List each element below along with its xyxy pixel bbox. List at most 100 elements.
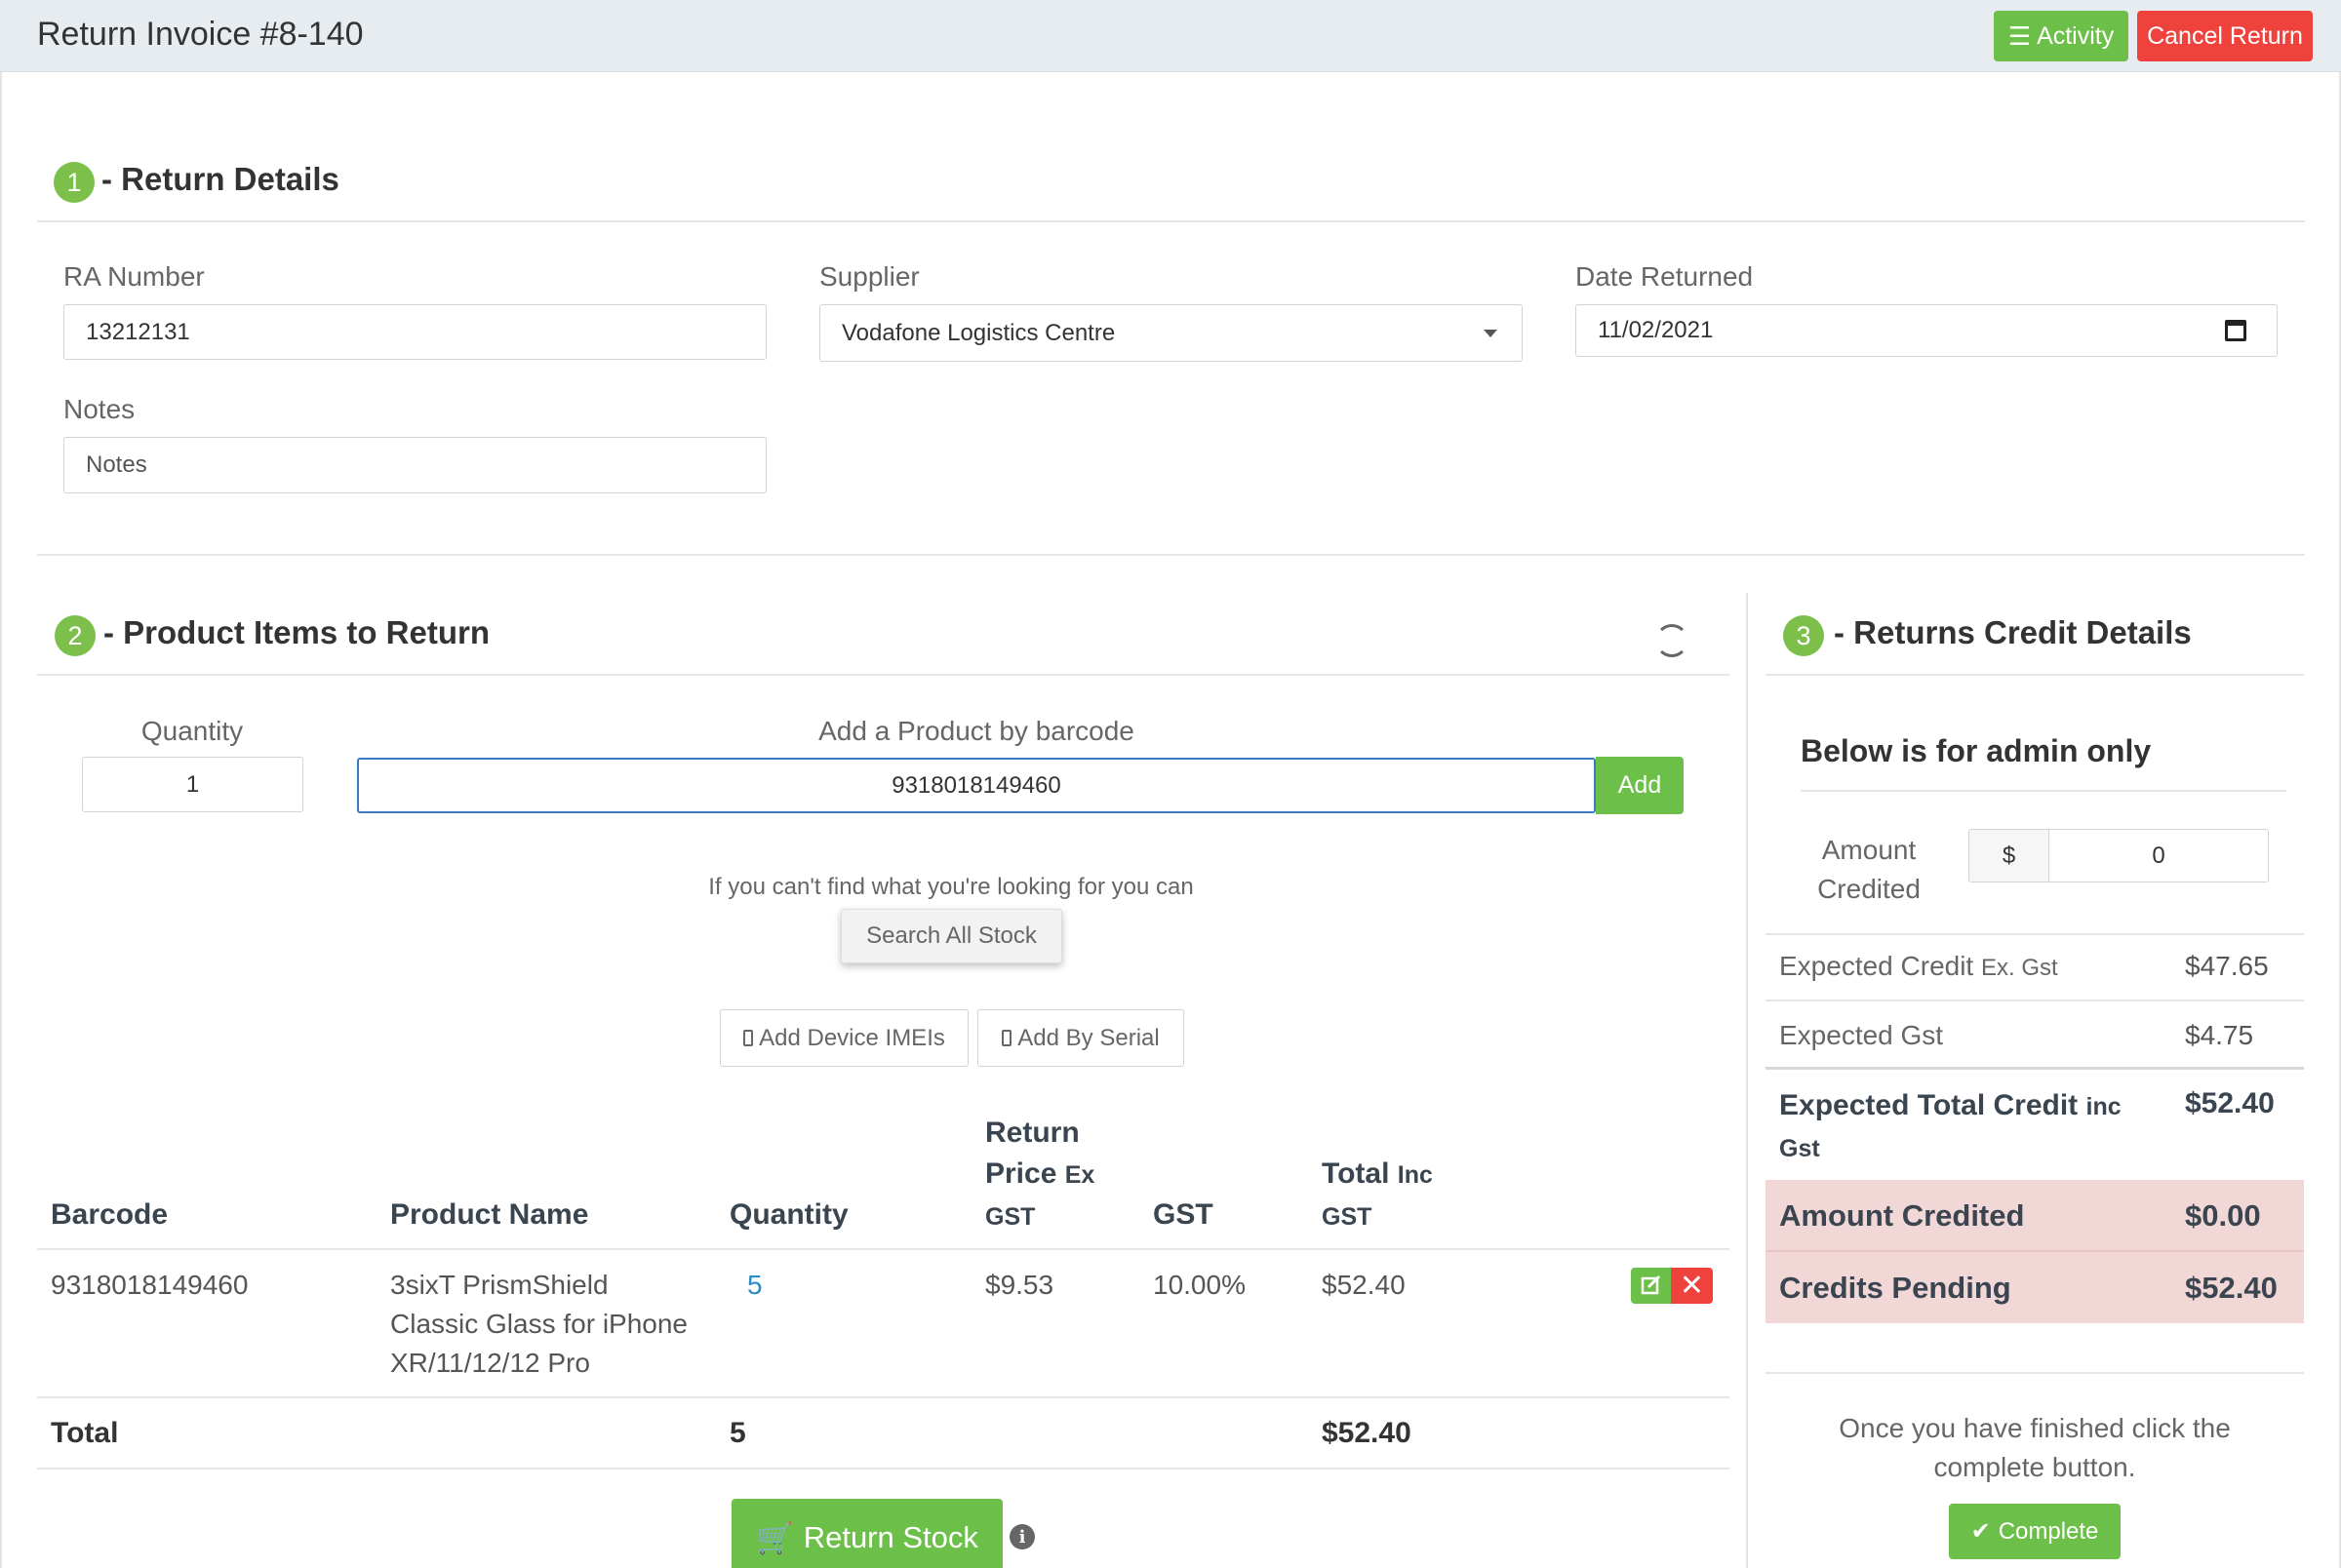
total-label: Total	[51, 1417, 119, 1449]
search-hint-text: If you can't find what you're looking fo…	[708, 874, 1194, 900]
column-header-return-price: Return Price Ex GST	[985, 1113, 1094, 1237]
complete-button[interactable]: ✔ Complete	[1949, 1504, 2121, 1559]
expected-total-credit-value: $52.40	[2185, 1087, 2275, 1119]
edit-icon[interactable]	[1631, 1268, 1671, 1304]
calendar-icon[interactable]	[2225, 320, 2246, 341]
column-header-total: Total Inc GST	[1322, 1154, 1433, 1237]
product-name-line: Classic Glass for iPhone	[390, 1309, 689, 1339]
divider	[1801, 790, 2286, 792]
label-suffix: inc	[2085, 1093, 2122, 1120]
header-word: Ex	[1064, 1161, 1095, 1189]
currency-addon: $	[1968, 829, 2049, 882]
divider	[1766, 1067, 2304, 1070]
table-footer-divider	[37, 1468, 1729, 1470]
table-row-divider	[37, 1396, 1729, 1398]
total-amount: $52.40	[1322, 1417, 1411, 1449]
notes-label: Notes	[63, 394, 136, 424]
amount-credited-input[interactable]: 0	[2048, 829, 2269, 882]
header-line: GST	[1322, 1196, 1433, 1237]
date-returned-input[interactable]: 11/02/2021	[1575, 304, 2278, 357]
refresh-icon[interactable]	[1655, 624, 1688, 657]
quantity-input[interactable]: 1	[82, 757, 303, 812]
header-line: GST	[985, 1196, 1094, 1237]
label-text: Expected Credit	[1779, 951, 1974, 981]
divider	[1766, 933, 2304, 935]
instruction-line: complete button.	[1933, 1452, 2136, 1482]
row-product-name: 3sixT PrismShield Classic Glass for iPho…	[390, 1266, 688, 1383]
date-returned-label: Date Returned	[1575, 261, 1754, 292]
expected-gst-label: Expected Gst	[1779, 1020, 1944, 1050]
return-stock-button[interactable]: 🛒 Return Stock	[732, 1499, 1003, 1568]
page-border-left	[0, 72, 2, 1568]
product-name-line: XR/11/12/12 Pro	[390, 1348, 590, 1378]
list-icon: ☰	[2007, 20, 2032, 51]
cart-icon: 🛒	[756, 1520, 794, 1555]
instruction-line: Once you have finished click the	[1839, 1413, 2231, 1443]
step-2-badge: 2	[55, 615, 96, 656]
expected-gst-value: $4.75	[2185, 1020, 2254, 1050]
header-line: Return	[985, 1117, 1080, 1149]
header-word: GST	[985, 1203, 1036, 1231]
expected-credit-value: $47.65	[2185, 951, 2269, 981]
cancel-return-button[interactable]: Cancel Return	[2137, 11, 2313, 61]
supplier-value: Vodafone Logistics Centre	[842, 319, 1116, 346]
activity-label: Activity	[2037, 21, 2115, 50]
label-suffix: Gst	[1779, 1135, 1820, 1162]
complete-label: Complete	[1998, 1517, 2099, 1545]
amount-credited-row-label: Amount Credited	[1779, 1198, 2025, 1233]
ra-number-label: RA Number	[63, 261, 205, 292]
divider	[37, 220, 2305, 222]
label-text: Expected Total Credit	[1779, 1089, 2079, 1121]
mobile-icon	[1002, 1030, 1012, 1046]
step-1-badge: 1	[54, 162, 95, 203]
credits-pending-value: $52.40	[2185, 1271, 2278, 1305]
header-line: Price Ex	[985, 1154, 1094, 1196]
finish-instructions: Once you have finished click the complet…	[1766, 1409, 2304, 1487]
mobile-icon	[743, 1030, 754, 1046]
column-header-product-name: Product Name	[390, 1198, 589, 1231]
ra-number-input[interactable]: 13212131	[63, 304, 767, 360]
header-word: Total	[1322, 1157, 1390, 1190]
add-by-serial-label: Add By Serial	[1017, 1024, 1160, 1051]
add-barcode-button[interactable]: Add	[1596, 757, 1684, 814]
label-line: Credited	[1817, 874, 1921, 904]
barcode-input[interactable]: 9318018149460	[357, 758, 1596, 813]
product-items-title: - Product Items to Return	[103, 614, 491, 650]
add-by-serial-button[interactable]: Add By Serial	[977, 1009, 1184, 1067]
column-header-gst: GST	[1153, 1198, 1213, 1231]
add-device-imeis-label: Add Device IMEIs	[759, 1024, 945, 1051]
row-total: $52.40	[1322, 1270, 1406, 1300]
row-barcode: 9318018149460	[51, 1270, 249, 1300]
notes-input[interactable]: Notes	[63, 437, 767, 493]
supplier-select[interactable]: Vodafone Logistics Centre	[819, 304, 1523, 362]
credits-pending-label: Credits Pending	[1779, 1271, 2011, 1305]
supplier-label: Supplier	[819, 261, 920, 292]
divider	[1766, 674, 2304, 676]
page-title: Return Invoice #8-140	[37, 16, 364, 53]
delete-icon[interactable]: ✕	[1671, 1268, 1713, 1304]
divider	[1766, 1000, 2304, 1001]
expected-total-credit-label: Expected Total Credit inc Gst	[1779, 1085, 2169, 1169]
search-all-stock-button[interactable]: Search All Stock	[841, 909, 1062, 963]
quantity-label: Quantity	[140, 716, 244, 746]
divider	[1766, 1372, 2304, 1374]
row-price: $9.53	[985, 1270, 1054, 1300]
barcode-label: Add a Product by barcode	[818, 716, 1134, 746]
amount-credited-label: Amount Credited	[1785, 831, 1953, 909]
column-header-barcode: Barcode	[51, 1198, 169, 1231]
chevron-down-icon	[1484, 330, 1497, 337]
return-stock-label: Return Stock	[803, 1520, 978, 1554]
activity-button[interactable]: ☰ Activity	[1994, 11, 2128, 61]
row-quantity-link[interactable]: 5	[747, 1266, 763, 1305]
add-device-imeis-button[interactable]: Add Device IMEIs	[720, 1009, 969, 1067]
divider	[37, 674, 1729, 676]
label-line: Amount	[1821, 835, 1917, 865]
row-gst: 10.00%	[1153, 1270, 1246, 1300]
info-icon[interactable]: i	[1010, 1524, 1035, 1549]
returns-credit-title: - Returns Credit Details	[1834, 614, 2192, 650]
step-3-badge: 3	[1783, 615, 1824, 656]
return-details-title: - Return Details	[101, 161, 339, 197]
table-header-divider	[37, 1248, 1729, 1250]
header-word: Inc	[1397, 1161, 1433, 1189]
header-word: GST	[1322, 1203, 1372, 1231]
